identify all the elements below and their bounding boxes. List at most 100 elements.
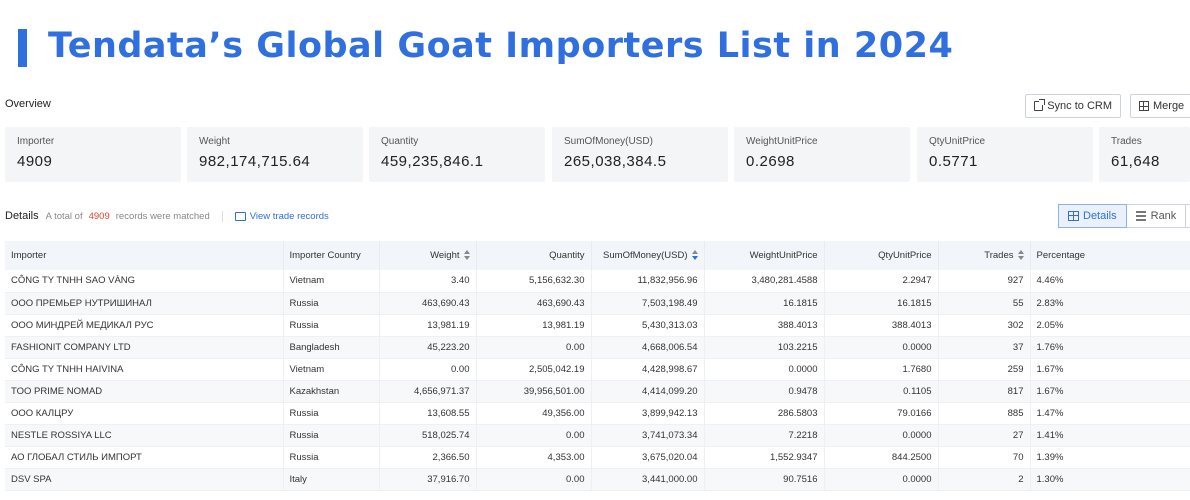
cell-importer-name[interactable]: ООО ПРЕМЬЕР НУТРИШИНАЛ xyxy=(5,292,284,315)
stat-card-sum-of-money: SumOfMoney(USD) 265,038,384.5 xyxy=(552,127,728,182)
cell-weight: 3.40 xyxy=(379,270,477,293)
table-icon xyxy=(1068,211,1079,221)
cell-importer-country: Russia xyxy=(283,424,380,447)
tab-more[interactable] xyxy=(1186,204,1190,228)
cell-sum-of-money: 3,675,020.04 xyxy=(591,446,705,469)
cell-trades: 37 xyxy=(938,336,1031,359)
cell-qty-unit-price: 844.2500 xyxy=(824,446,939,469)
details-heading: Details xyxy=(5,210,39,222)
cell-importer-name[interactable]: TOO PRIME NOMAD xyxy=(5,380,284,403)
table-row[interactable]: NESTLE ROSSIYA LLC Russia 518,025.74 0.00 3,… xyxy=(5,424,1190,447)
cell-trades: 70 xyxy=(938,446,1031,469)
cell-sum-of-money: 4,668,006.54 xyxy=(591,336,705,359)
cell-weight-unit-price: 3,480,281.4588 xyxy=(704,270,825,293)
cell-importer-name[interactable]: CÔNG TY TNHH SAO VÀNG xyxy=(5,270,284,293)
column-header-importer: Importer xyxy=(5,241,284,270)
cell-trades: 2 xyxy=(938,468,1031,491)
column-header-weight[interactable]: Weight xyxy=(379,241,477,270)
cell-importer-name[interactable]: ООО КАЛЦРУ xyxy=(5,402,284,425)
overview-heading: Overview xyxy=(5,98,51,110)
column-header-trades[interactable]: Trades xyxy=(938,241,1031,270)
column-header-qty-unit-price: QtyUnitPrice xyxy=(824,241,939,270)
cell-importer-country: Vietnam xyxy=(283,358,380,381)
cell-percentage: 1.67% xyxy=(1030,358,1190,381)
table-row[interactable]: DSV SPA Italy 37,916.70 0.00 3,441,000.00 90.… xyxy=(5,468,1190,491)
importers-table: Importer Importer Country Weight Quantit… xyxy=(5,241,1190,491)
cell-percentage: 1.39% xyxy=(1030,446,1190,469)
table-row[interactable]: CÔNG TY TNHH SAO VÀNG Vietnam 3.40 5,156,63… xyxy=(5,270,1190,293)
view-trade-records-label: View trade records xyxy=(249,210,329,222)
table-row[interactable]: АО ГЛОБАЛ СТИЛЬ ИМПОРТ Russia 2,366.50 4,35… xyxy=(5,446,1190,469)
cell-weight-unit-price: 7.2218 xyxy=(704,424,825,447)
cell-weight: 2,366.50 xyxy=(379,446,477,469)
cell-trades: 885 xyxy=(938,402,1031,425)
cell-weight: 463,690.43 xyxy=(379,292,477,315)
cell-trades: 302 xyxy=(938,314,1031,337)
cell-importer-name[interactable]: NESTLE ROSSIYA LLC xyxy=(5,424,284,447)
cell-importer-country: Italy xyxy=(283,468,380,491)
table-row[interactable]: TOO PRIME NOMAD Kazakhstan 4,656,971.37 39,… xyxy=(5,380,1190,403)
cell-weight-unit-price: 388.4013 xyxy=(704,314,825,337)
cell-importer-country: Kazakhstan xyxy=(283,380,380,403)
table-row[interactable]: ООО МИНДРЕЙ МЕДИКАЛ РУС Russia 13,981.19 13… xyxy=(5,314,1190,337)
tab-rank[interactable]: Rank xyxy=(1126,204,1187,228)
table-row[interactable]: CÔNG TY TNHH HAIVINA Vietnam 0.00 2,505,042… xyxy=(5,358,1190,381)
stat-card-weight: Weight 982,174,715.64 xyxy=(187,127,363,182)
column-header-country: Importer Country xyxy=(283,241,380,270)
cell-trades: 817 xyxy=(938,380,1031,403)
stat-card-importer: Importer 4909 xyxy=(5,127,181,182)
cell-sum-of-money: 4,414,099.20 xyxy=(591,380,705,403)
divider xyxy=(221,210,223,222)
column-header-sum-of-money[interactable]: SumOfMoney(USD) xyxy=(591,241,705,270)
sync-to-crm-button[interactable]: Sync to CRM xyxy=(1025,94,1121,118)
cell-importer-name[interactable]: ООО МИНДРЕЙ МЕДИКАЛ РУС xyxy=(5,314,284,337)
cell-weight-unit-price: 286.5803 xyxy=(704,402,825,425)
table-row[interactable]: FASHIONIT COMPANY LTD Bangladesh 45,223.20… xyxy=(5,336,1190,359)
tab-details-label: Details xyxy=(1083,210,1117,222)
sort-icon[interactable] xyxy=(691,250,698,261)
cell-importer-country: Russia xyxy=(283,446,380,469)
cell-trades: 927 xyxy=(938,270,1031,293)
total-suffix: records were matched xyxy=(115,210,210,222)
cell-percentage: 2.83% xyxy=(1030,292,1190,315)
cell-trades: 55 xyxy=(938,292,1031,315)
stat-value: 982,174,715.64 xyxy=(199,153,311,170)
cell-importer-country: Russia xyxy=(283,402,380,425)
cell-importer-country: Russia xyxy=(283,314,380,337)
cell-qty-unit-price: 0.1105 xyxy=(824,380,939,403)
cell-quantity: 0.00 xyxy=(476,336,592,359)
column-header-weight-unit-price: WeightUnitPrice xyxy=(704,241,825,270)
stat-value: 4909 xyxy=(17,153,53,170)
table-row[interactable]: ООО ПРЕМЬЕР НУТРИШИНАЛ Russia 463,690.43 46… xyxy=(5,292,1190,315)
stat-label: SumOfMoney(USD) xyxy=(564,136,653,147)
stat-card-quantity: Quantity 459,235,846.1 xyxy=(369,127,545,182)
cell-weight: 13,981.19 xyxy=(379,314,477,337)
cell-percentage: 1.67% xyxy=(1030,380,1190,403)
tab-details[interactable]: Details xyxy=(1058,204,1127,228)
view-trade-records-link[interactable]: View trade records xyxy=(234,210,329,222)
cell-quantity: 13,981.19 xyxy=(476,314,592,337)
cell-qty-unit-price: 0.0000 xyxy=(824,336,939,359)
sort-icon[interactable] xyxy=(1017,250,1024,261)
cell-importer-name[interactable]: DSV SPA xyxy=(5,468,284,491)
cell-importer-name[interactable]: CÔNG TY TNHH HAIVINA xyxy=(5,358,284,381)
stat-label: Weight xyxy=(199,136,230,147)
cell-quantity: 4,353.00 xyxy=(476,446,592,469)
cell-sum-of-money: 11,832,956.96 xyxy=(591,270,705,293)
cell-importer-name[interactable]: FASHIONIT COMPANY LTD xyxy=(5,336,284,359)
cell-qty-unit-price: 388.4013 xyxy=(824,314,939,337)
cell-weight-unit-price: 1,552.9347 xyxy=(704,446,825,469)
cell-weight: 4,656,971.37 xyxy=(379,380,477,403)
cell-weight: 37,916.70 xyxy=(379,468,477,491)
details-header: Details A total of 4909 records were mat… xyxy=(5,208,329,224)
cell-qty-unit-price: 1.7680 xyxy=(824,358,939,381)
cell-weight-unit-price: 0.9478 xyxy=(704,380,825,403)
table-row[interactable]: ООО КАЛЦРУ Russia 13,608.55 49,356.00 3,899,… xyxy=(5,402,1190,425)
cell-quantity: 39,956,501.00 xyxy=(476,380,592,403)
merge-label: Merge xyxy=(1153,100,1185,112)
cell-importer-name[interactable]: АО ГЛОБАЛ СТИЛЬ ИМПОРТ xyxy=(5,446,284,469)
view-tabs: Details Rank xyxy=(1058,204,1190,228)
rank-icon xyxy=(1135,211,1147,221)
merge-button[interactable]: Merge xyxy=(1130,94,1190,118)
sort-icon[interactable] xyxy=(463,250,470,261)
